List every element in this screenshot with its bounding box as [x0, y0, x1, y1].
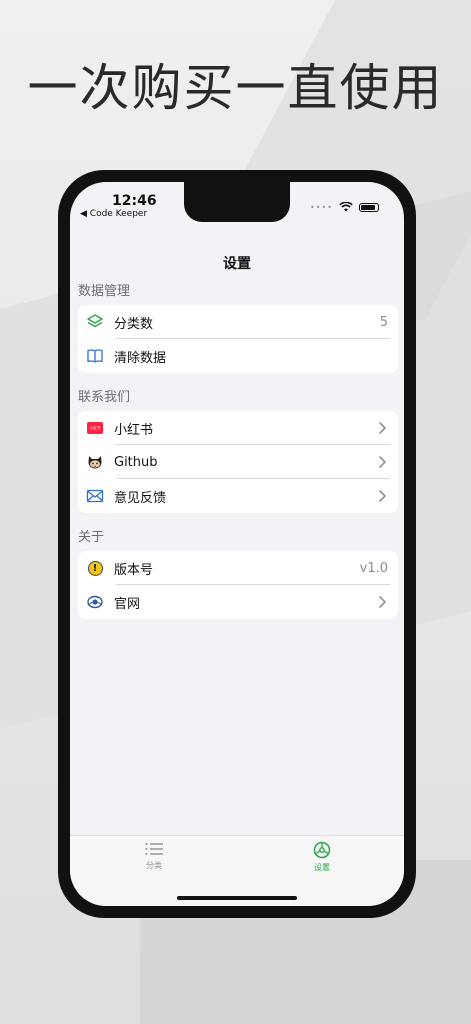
website-row[interactable]: 官网: [78, 585, 398, 619]
info-badge-mark: !: [87, 560, 103, 576]
section-header-contact-us: 联系我们: [78, 390, 131, 405]
version-label: 版本号: [114, 562, 154, 578]
tab-categories[interactable]: 分类: [124, 840, 184, 871]
layers-icon: [86, 313, 104, 331]
app-screen: 12:46 ◀ Code Keeper •••• 设置 数据管理 分类数 5 清…: [70, 182, 404, 906]
tab-settings[interactable]: 设置: [292, 840, 352, 873]
tab-categories-label: 分类: [146, 861, 162, 870]
status-time: 12:46: [112, 193, 157, 209]
info-icon: !: [86, 559, 104, 577]
contact-us-group: 小红书 小红书 Github 意见反馈: [78, 411, 398, 513]
tab-settings-label: 设置: [314, 863, 330, 872]
chevron-right-icon: [379, 596, 386, 608]
xiaohongshu-label: 小红书: [114, 422, 154, 438]
github-row[interactable]: Github: [78, 445, 398, 479]
section-header-data-management: 数据管理: [78, 284, 131, 299]
section-header-about: 关于: [78, 530, 105, 545]
list-icon: [145, 843, 163, 855]
version-row: ! 版本号 v1.0: [78, 551, 398, 585]
xiaohongshu-row[interactable]: 小红书 小红书: [78, 411, 398, 445]
category-count-value: 5: [379, 314, 388, 330]
phone-notch: [184, 182, 290, 222]
signal-icon: ••••: [310, 202, 333, 212]
website-label: 官网: [114, 596, 141, 612]
xiaohongshu-icon: 小红书: [86, 419, 104, 437]
globe-icon: [86, 593, 104, 611]
promo-headline: 一次购买一直使用: [27, 59, 444, 117]
feedback-label: 意见反馈: [114, 490, 167, 506]
version-value: v1.0: [359, 560, 388, 576]
github-label: Github: [114, 454, 158, 470]
xiaohongshu-logo-text: 小红书: [87, 422, 103, 434]
chevron-right-icon: [379, 456, 386, 468]
page-title: 设置: [223, 256, 251, 272]
wifi-icon: [339, 202, 353, 212]
clear-data-row[interactable]: 清除数据: [78, 339, 398, 373]
category-count-label: 分类数: [114, 316, 154, 332]
data-management-group: 分类数 5 清除数据: [78, 305, 398, 373]
book-icon: [86, 347, 104, 365]
promo-page: 一次购买一直使用 12:46 ◀ Code Keeper •••• 设置 数据管…: [0, 0, 471, 1024]
chevron-right-icon: [379, 490, 386, 502]
about-group: ! 版本号 v1.0 官网: [78, 551, 398, 619]
settings-icon: [313, 841, 331, 859]
home-indicator[interactable]: [177, 896, 297, 900]
clear-data-label: 清除数据: [114, 350, 167, 366]
battery-icon: [358, 202, 379, 212]
mail-icon: [86, 487, 104, 505]
tab-bar: 分类 设置: [70, 835, 404, 906]
chevron-right-icon: [379, 422, 386, 434]
back-to-app-link[interactable]: ◀ Code Keeper: [80, 209, 147, 219]
category-count-row: 分类数 5: [78, 305, 398, 339]
feedback-row[interactable]: 意见反馈: [78, 479, 398, 513]
status-indicators: ••••: [310, 202, 379, 212]
phone-frame: 12:46 ◀ Code Keeper •••• 设置 数据管理 分类数 5 清…: [58, 170, 416, 918]
github-icon: [86, 453, 104, 471]
